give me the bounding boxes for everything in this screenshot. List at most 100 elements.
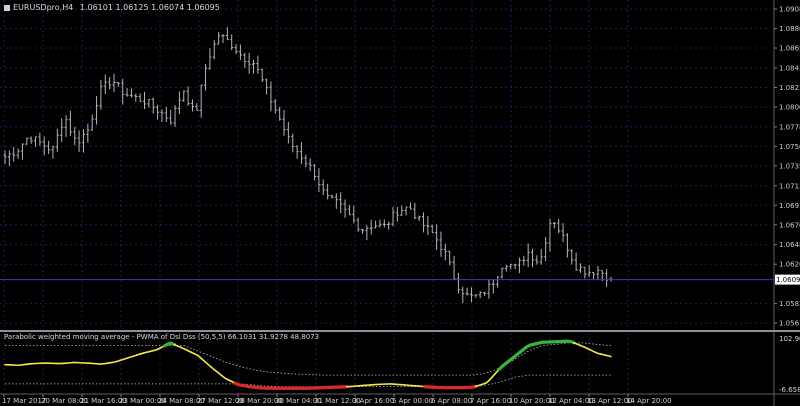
price-bar (448, 250, 452, 266)
indicator-axis-top: 102.9016 (779, 335, 800, 343)
price-tick-label: 1.07780 (779, 123, 800, 131)
ohlc-high: 1.06125 (115, 3, 149, 12)
time-axis[interactable]: 17 Mar 201720 Mar 08:0021 Mar 16:0023 Ma… (2, 394, 672, 405)
price-bar (443, 243, 447, 261)
chart-canvas[interactable]: 1.06095 1.09080 1.08865 1.08650 1.08430 1.08… (0, 0, 800, 406)
price-bar (308, 158, 312, 171)
price-bar (404, 206, 408, 216)
price-bar (592, 271, 596, 280)
price-bar (535, 255, 539, 265)
price-bar (177, 91, 181, 115)
price-bar (125, 88, 129, 97)
price-bar (73, 126, 77, 146)
chart-window[interactable]: 1.06095 1.09080 1.08865 1.08650 1.08430 1.08… (0, 0, 800, 406)
price-bar (487, 279, 491, 299)
price-bar (295, 145, 299, 159)
price-tick-label: 1.07130 (779, 182, 800, 190)
price-tick-label: 1.08215 (779, 84, 800, 92)
price-bar (129, 88, 133, 98)
symbol-timeframe: EURUSDpro,H4 (13, 3, 74, 12)
price-tick-label: 1.05830 (779, 300, 800, 308)
price-bar (3, 150, 7, 165)
price-bar (212, 40, 216, 60)
time-tick-label: 14 Apr 20:00 (626, 397, 672, 405)
price-bar (539, 249, 543, 265)
price-bar (299, 142, 303, 165)
price-bar (456, 272, 460, 294)
price-bar (578, 263, 582, 273)
price-bar (513, 263, 517, 270)
price-bar (238, 44, 242, 60)
price-bar (265, 78, 269, 95)
price-tick-label: 1.08430 (779, 64, 800, 72)
price-bar (469, 287, 473, 303)
time-tick-label: 5 Apr 00:00 (392, 397, 433, 405)
price-bar (291, 133, 295, 153)
price-bar (199, 84, 203, 118)
indicator-axis-bottom: -6.65813 (779, 386, 800, 394)
price-bar (95, 96, 99, 125)
symbol-marker-icon (4, 4, 10, 11)
price-bar (256, 55, 260, 74)
price-bar (186, 86, 190, 106)
price-bar (565, 233, 569, 258)
price-bar (417, 215, 421, 222)
price-bar (570, 249, 574, 265)
price-bar (583, 266, 587, 279)
price-bar (38, 132, 42, 146)
price-bar (282, 110, 286, 136)
time-tick-label: 17 Mar 2017 (2, 397, 46, 405)
price-bar (500, 267, 504, 279)
indicator-pane[interactable]: 102.9016 -6.65813 (4, 335, 800, 394)
price-bar (16, 148, 20, 159)
price-bar (99, 79, 103, 110)
price-bar (160, 109, 164, 123)
price-bar (422, 212, 426, 233)
price-bar (116, 82, 120, 88)
price-bar (77, 130, 81, 152)
time-tick-label: 6 Apr 08:00 (431, 397, 472, 405)
price-bar (252, 59, 256, 74)
price-bar (195, 103, 199, 111)
price-bar (504, 264, 508, 272)
grid (0, 0, 800, 406)
price-bar (90, 114, 94, 131)
price-bar (517, 257, 521, 274)
price-bar (317, 168, 321, 193)
price-tick-label: 1.09080 (779, 6, 800, 14)
price-bar (509, 263, 513, 270)
price-bar (247, 52, 251, 74)
time-tick-label: 3 Apr 16:00 (353, 397, 394, 405)
price-bar (47, 140, 51, 155)
price-bar (408, 202, 412, 210)
price-tick-label: 1.06480 (779, 241, 800, 249)
price-bar (544, 236, 548, 262)
price-bar (596, 266, 600, 280)
price-bar (121, 78, 125, 105)
price-bar (605, 269, 609, 288)
price-bar (426, 216, 430, 236)
price-bar (321, 179, 325, 196)
ohlc-open: 1.06101 (79, 3, 113, 12)
price-bar (439, 231, 443, 257)
price-bar (435, 224, 439, 250)
upper-dsl-band (5, 342, 612, 376)
indicator-label: Parabolic weighted moving average - PWMA… (4, 333, 320, 341)
indicator-title: Parabolic weighted moving average - PWMA… (4, 333, 319, 341)
price-bar (522, 255, 526, 266)
price-bar (164, 107, 168, 123)
pwma-segment (606, 354, 612, 358)
price-bar (60, 118, 64, 143)
price-tick-label: 1.06915 (779, 202, 800, 210)
price-bar (51, 145, 55, 159)
price-bar (526, 243, 530, 268)
price-bar (478, 291, 482, 299)
chart-title-bar: EURUSDpro,H4 1.06101 1.06125 1.06074 1.0… (4, 3, 220, 12)
price-bar (347, 204, 351, 216)
price-bar (156, 104, 160, 120)
price-bar (378, 219, 382, 228)
price-bar (103, 74, 107, 95)
lower-dsl-band (5, 374, 611, 387)
price-bar (286, 121, 290, 144)
price-bar (68, 110, 72, 137)
